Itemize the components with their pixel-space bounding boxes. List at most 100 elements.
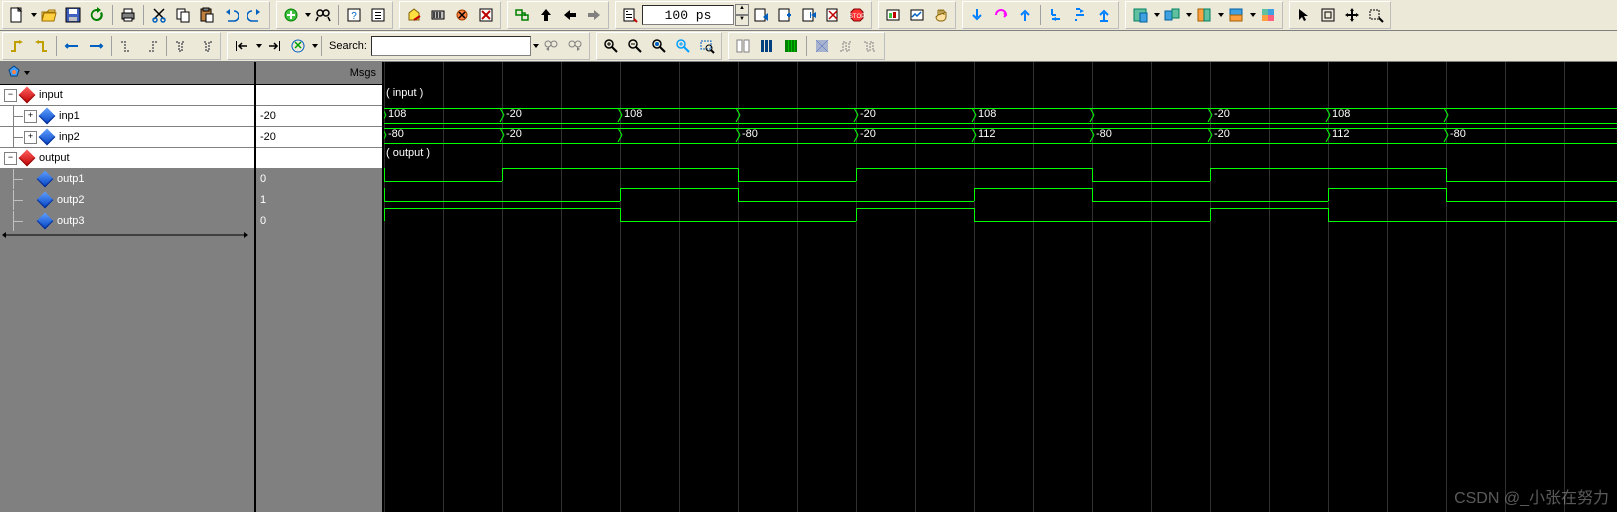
disp3-icon[interactable] bbox=[780, 35, 802, 57]
spin-up-icon[interactable]: ▲ bbox=[735, 4, 749, 15]
l1-icon[interactable] bbox=[1129, 4, 1151, 26]
run-icon[interactable] bbox=[750, 4, 772, 26]
disp5-icon[interactable] bbox=[835, 35, 857, 57]
any-prev-icon[interactable] bbox=[171, 35, 193, 57]
signal-row-inp2[interactable]: +inp2 bbox=[0, 127, 254, 148]
sim-icon[interactable] bbox=[427, 4, 449, 26]
select-icon[interactable] bbox=[1317, 4, 1339, 26]
filter-icon[interactable] bbox=[287, 35, 309, 57]
signal-name: inp1 bbox=[59, 110, 80, 122]
help-icon[interactable]: ? bbox=[343, 4, 365, 26]
signal-row-outp2[interactable]: outp2 bbox=[0, 190, 254, 211]
dropdown-icon[interactable] bbox=[1154, 13, 1160, 17]
disp1-icon[interactable] bbox=[732, 35, 754, 57]
collapse-icon[interactable]: − bbox=[4, 152, 17, 165]
dropdown-icon[interactable] bbox=[256, 44, 262, 48]
collapse-icon[interactable]: − bbox=[4, 89, 17, 102]
win1-icon[interactable] bbox=[882, 4, 904, 26]
move-icon[interactable] bbox=[1341, 4, 1363, 26]
step-out-icon[interactable] bbox=[1069, 4, 1091, 26]
print-icon[interactable] bbox=[117, 4, 139, 26]
break2-icon[interactable] bbox=[822, 4, 844, 26]
search-input[interactable] bbox=[371, 36, 531, 56]
search-prev-icon[interactable] bbox=[540, 35, 562, 57]
cut-icon[interactable] bbox=[148, 4, 170, 26]
info-icon[interactable] bbox=[367, 4, 389, 26]
pointer-icon[interactable] bbox=[1293, 4, 1315, 26]
l3-icon[interactable] bbox=[1193, 4, 1215, 26]
zoom-rect-icon[interactable] bbox=[1365, 4, 1387, 26]
dropdown-icon[interactable] bbox=[312, 44, 318, 48]
l5-icon[interactable] bbox=[1257, 4, 1279, 26]
step-up-icon[interactable] bbox=[1014, 4, 1036, 26]
dropdown-icon[interactable] bbox=[31, 13, 37, 17]
disp4-icon[interactable] bbox=[811, 35, 833, 57]
right-arrow-icon[interactable] bbox=[583, 4, 605, 26]
signal-row-inp1[interactable]: + inp1 bbox=[0, 106, 254, 127]
find-icon[interactable] bbox=[312, 4, 334, 26]
refresh-icon[interactable] bbox=[86, 4, 108, 26]
redo-icon[interactable] bbox=[244, 4, 266, 26]
dropdown-icon[interactable] bbox=[1218, 13, 1224, 17]
l2-icon[interactable] bbox=[1161, 4, 1183, 26]
left-arrow-icon[interactable] bbox=[559, 4, 581, 26]
dropdown-icon[interactable] bbox=[1186, 13, 1192, 17]
zoom-in-icon[interactable] bbox=[600, 35, 622, 57]
search-group: Search: bbox=[227, 32, 590, 60]
disp2-icon[interactable] bbox=[756, 35, 778, 57]
step-return-icon[interactable] bbox=[1093, 4, 1115, 26]
any-next-icon[interactable] bbox=[195, 35, 217, 57]
new-icon[interactable] bbox=[6, 4, 28, 26]
zoom-region-icon[interactable] bbox=[696, 35, 718, 57]
signal-row-input[interactable]: −input bbox=[0, 85, 254, 106]
falling-next-icon[interactable] bbox=[140, 35, 162, 57]
step-down-icon[interactable] bbox=[966, 4, 988, 26]
collapse-icon[interactable] bbox=[231, 35, 253, 57]
open-icon[interactable] bbox=[38, 4, 60, 26]
link-icon[interactable] bbox=[511, 4, 533, 26]
disp6-icon[interactable] bbox=[859, 35, 881, 57]
paste-icon[interactable] bbox=[196, 4, 218, 26]
break-icon[interactable] bbox=[451, 4, 473, 26]
divider-handle[interactable] bbox=[0, 232, 254, 238]
dropdown-icon[interactable] bbox=[1250, 13, 1256, 17]
l4-icon[interactable] bbox=[1225, 4, 1247, 26]
undo-icon[interactable] bbox=[220, 4, 242, 26]
dropdown-icon[interactable] bbox=[305, 13, 311, 17]
dropdown-icon[interactable] bbox=[533, 44, 539, 48]
signal-row-outp3[interactable]: outp3 bbox=[0, 211, 254, 232]
zoom-cursor-icon[interactable] bbox=[672, 35, 694, 57]
waveform-pane[interactable]: ( input )108-20108-20108-20108-80-20-80-… bbox=[384, 62, 1617, 512]
add-icon[interactable] bbox=[280, 4, 302, 26]
signal-row-outp1[interactable]: outp1 bbox=[0, 169, 254, 190]
rising-next-icon[interactable] bbox=[30, 35, 52, 57]
expand-icon[interactable] bbox=[263, 35, 285, 57]
continue-icon[interactable] bbox=[798, 4, 820, 26]
up-arrow-icon[interactable] bbox=[535, 4, 557, 26]
signal-row-output[interactable]: −output bbox=[0, 148, 254, 169]
step-into-icon[interactable] bbox=[1045, 4, 1067, 26]
compile-icon[interactable] bbox=[403, 4, 425, 26]
save-icon[interactable] bbox=[62, 4, 84, 26]
falling-prev-icon[interactable] bbox=[116, 35, 138, 57]
run-all-icon[interactable] bbox=[774, 4, 796, 26]
dropdown-icon[interactable] bbox=[24, 71, 30, 75]
step-over-icon[interactable] bbox=[990, 4, 1012, 26]
zoom-full-icon[interactable] bbox=[648, 35, 670, 57]
edge-right-icon[interactable] bbox=[85, 35, 107, 57]
rising-prev-icon[interactable] bbox=[6, 35, 28, 57]
time-input[interactable] bbox=[642, 5, 734, 25]
zoom-out-icon[interactable] bbox=[624, 35, 646, 57]
hand-icon[interactable] bbox=[930, 4, 952, 26]
copy-icon[interactable] bbox=[172, 4, 194, 26]
spin-down-icon[interactable]: ▼ bbox=[735, 15, 749, 26]
stop-icon[interactable] bbox=[475, 4, 497, 26]
expand-icon[interactable]: + bbox=[24, 131, 37, 144]
search-next-icon[interactable] bbox=[564, 35, 586, 57]
stop2-icon[interactable]: STOP bbox=[846, 4, 868, 26]
expand-icon[interactable]: + bbox=[24, 110, 37, 123]
runlen-icon[interactable] bbox=[619, 4, 641, 26]
edge-left-icon[interactable] bbox=[61, 35, 83, 57]
win2-icon[interactable] bbox=[906, 4, 928, 26]
toolbar-row-2: Search: bbox=[0, 31, 1617, 62]
